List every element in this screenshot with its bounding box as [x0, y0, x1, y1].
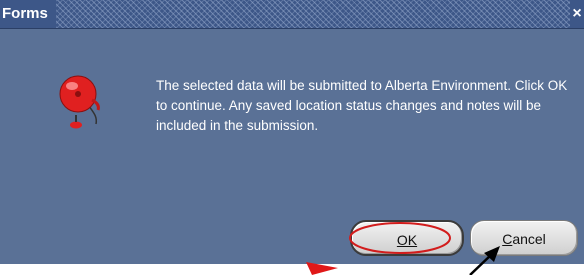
forms-dialog: Forms × The selected data will be submit… — [0, 0, 584, 264]
ok-button-label: OK — [396, 232, 418, 248]
cancel-button[interactable]: Cancel — [470, 220, 578, 256]
close-button[interactable]: × — [570, 0, 584, 28]
cancel-button-mnemonic: C — [502, 231, 513, 247]
title-bar[interactable]: Forms × — [0, 0, 584, 29]
ok-button[interactable]: OK — [350, 220, 464, 256]
cancel-button-label: ancel — [512, 231, 546, 247]
dialog-message: The selected data will be submitted to A… — [156, 78, 568, 133]
alarm-bell-icon — [59, 75, 100, 129]
window-title: Forms — [0, 0, 56, 28]
